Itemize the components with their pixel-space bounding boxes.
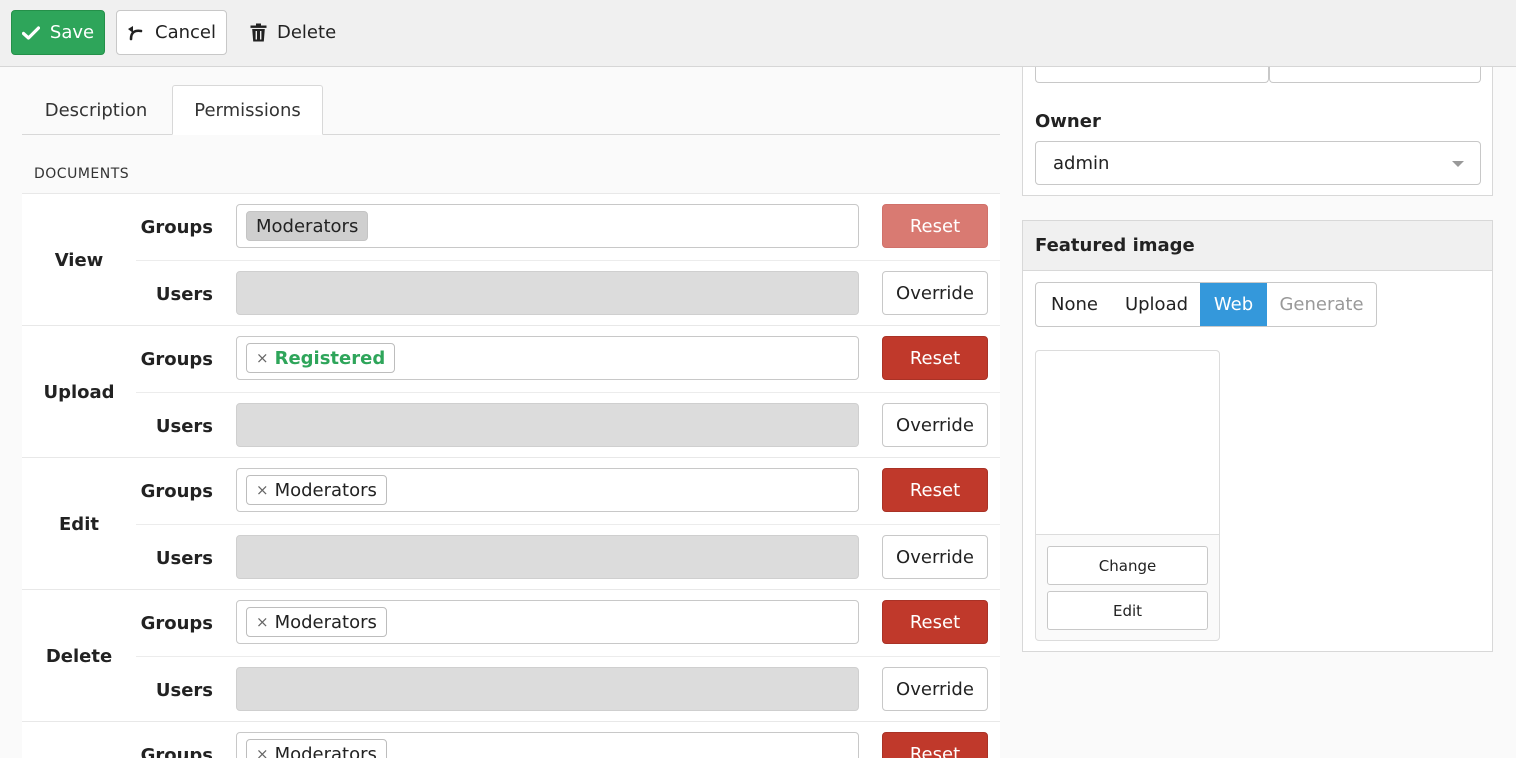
owner-value: admin xyxy=(1053,152,1110,174)
groups-row: Groups × Registered Reset xyxy=(136,326,1000,392)
tab-description[interactable]: Description xyxy=(22,85,170,135)
date-field[interactable] xyxy=(1035,67,1269,83)
permission-delete: Delete Groups × Moderators Reset Users O… xyxy=(22,589,1000,721)
groups-field[interactable]: Moderators xyxy=(236,204,859,248)
group-chip: × Moderators xyxy=(246,475,387,505)
group-chip-label: Moderators xyxy=(274,611,377,633)
permission-action-label: Delete xyxy=(45,645,113,667)
source-none[interactable]: None xyxy=(1036,283,1113,326)
tab-permissions[interactable]: Permissions xyxy=(172,85,323,135)
groups-label: Groups xyxy=(140,744,213,758)
group-chip: × Registered xyxy=(246,343,396,373)
groups-field[interactable]: × Moderators xyxy=(236,600,859,644)
users-field xyxy=(236,535,859,579)
reset-button[interactable]: Reset xyxy=(882,468,988,512)
metadata-panel: Owner admin xyxy=(1022,67,1493,196)
remove-chip-icon[interactable]: × xyxy=(256,349,269,367)
edit-image-button[interactable]: Edit xyxy=(1047,591,1208,630)
owner-select[interactable]: admin xyxy=(1035,141,1481,185)
users-row: Users Override xyxy=(136,524,1000,590)
featured-image-panel: Featured image None Upload Web Generate … xyxy=(1022,220,1493,652)
groups-row: Groups × Moderators Reset xyxy=(136,458,1000,524)
cancel-label: Cancel xyxy=(155,22,216,43)
delete-label: Delete xyxy=(277,22,337,43)
section-title: DOCUMENTS xyxy=(34,166,130,182)
groups-field[interactable]: × Moderators xyxy=(236,732,859,758)
override-button[interactable]: Override xyxy=(882,667,988,711)
users-row: Users Override xyxy=(136,260,1000,326)
source-generate: Generate xyxy=(1279,294,1364,315)
permission-next: Groups × Moderators Reset xyxy=(22,721,1000,758)
permission-upload: Upload Groups × Registered Reset Users O… xyxy=(22,325,1000,457)
override-button[interactable]: Override xyxy=(882,535,988,579)
override-button[interactable]: Override xyxy=(882,403,988,447)
users-field xyxy=(236,403,859,447)
permission-action-label: Upload xyxy=(43,381,115,403)
save-button[interactable]: Save xyxy=(11,10,105,55)
groups-label: Groups xyxy=(140,216,213,238)
groups-field[interactable]: × Moderators xyxy=(236,468,859,512)
cancel-button[interactable]: Cancel xyxy=(116,10,227,55)
override-button[interactable]: Override xyxy=(882,271,988,315)
reset-button[interactable]: Reset xyxy=(882,732,988,758)
groups-row: Groups Moderators Reset xyxy=(136,194,1000,260)
image-preview xyxy=(1036,351,1219,535)
group-chip: Moderators xyxy=(246,211,369,241)
save-label: Save xyxy=(49,22,95,43)
toolbar: Save Cancel Delete xyxy=(0,0,1516,67)
users-row: Users Override xyxy=(136,392,1000,458)
tab-bar: Description Permissions xyxy=(22,85,1000,135)
groups-row: Groups × Moderators Reset xyxy=(136,590,1000,656)
permission-edit: Edit Groups × Moderators Reset Users Ove… xyxy=(22,457,1000,589)
remove-chip-icon[interactable]: × xyxy=(256,481,269,499)
featured-image-title: Featured image xyxy=(1023,221,1492,271)
image-source-selector: None Upload Web Generate xyxy=(1035,282,1377,327)
time-field[interactable] xyxy=(1269,67,1481,83)
groups-field[interactable]: × Registered xyxy=(236,336,859,380)
users-field xyxy=(236,667,859,711)
group-chip: × Moderators xyxy=(246,607,387,637)
source-upload[interactable]: Upload xyxy=(1113,283,1200,326)
image-preview-card: Change Edit xyxy=(1035,350,1220,641)
remove-chip-icon[interactable]: × xyxy=(256,613,269,631)
undo-icon xyxy=(127,25,145,41)
reset-button[interactable]: Reset xyxy=(882,204,988,248)
users-label: Users xyxy=(155,679,213,701)
groups-label: Groups xyxy=(140,348,213,370)
check-icon xyxy=(21,25,40,40)
permission-view: View Groups Moderators Reset Users Overr… xyxy=(22,193,1000,325)
users-label: Users xyxy=(155,415,213,437)
group-chip-label: Moderators xyxy=(274,479,377,501)
users-label: Users xyxy=(155,283,213,305)
users-field xyxy=(236,271,859,315)
delete-button[interactable]: Delete xyxy=(244,10,344,55)
group-chip-label: Moderators xyxy=(256,215,359,237)
group-chip-label: Registered xyxy=(274,347,386,369)
trash-icon xyxy=(250,23,267,42)
source-web[interactable]: Web xyxy=(1200,283,1267,326)
caret-down-icon xyxy=(1452,161,1464,167)
group-chip: × Moderators xyxy=(246,739,387,758)
remove-chip-icon[interactable]: × xyxy=(256,745,269,758)
groups-label: Groups xyxy=(140,612,213,634)
change-image-button[interactable]: Change xyxy=(1047,546,1208,585)
reset-button[interactable]: Reset xyxy=(882,600,988,644)
permission-action-label: View xyxy=(54,249,104,271)
reset-button[interactable]: Reset xyxy=(882,336,988,380)
groups-label: Groups xyxy=(140,480,213,502)
permission-action-label: Edit xyxy=(59,513,99,535)
group-chip-label: Moderators xyxy=(274,743,377,758)
users-row: Users Override xyxy=(136,656,1000,722)
owner-label: Owner xyxy=(1035,111,1101,132)
groups-row: Groups × Moderators Reset xyxy=(136,722,1000,758)
users-label: Users xyxy=(155,547,213,569)
